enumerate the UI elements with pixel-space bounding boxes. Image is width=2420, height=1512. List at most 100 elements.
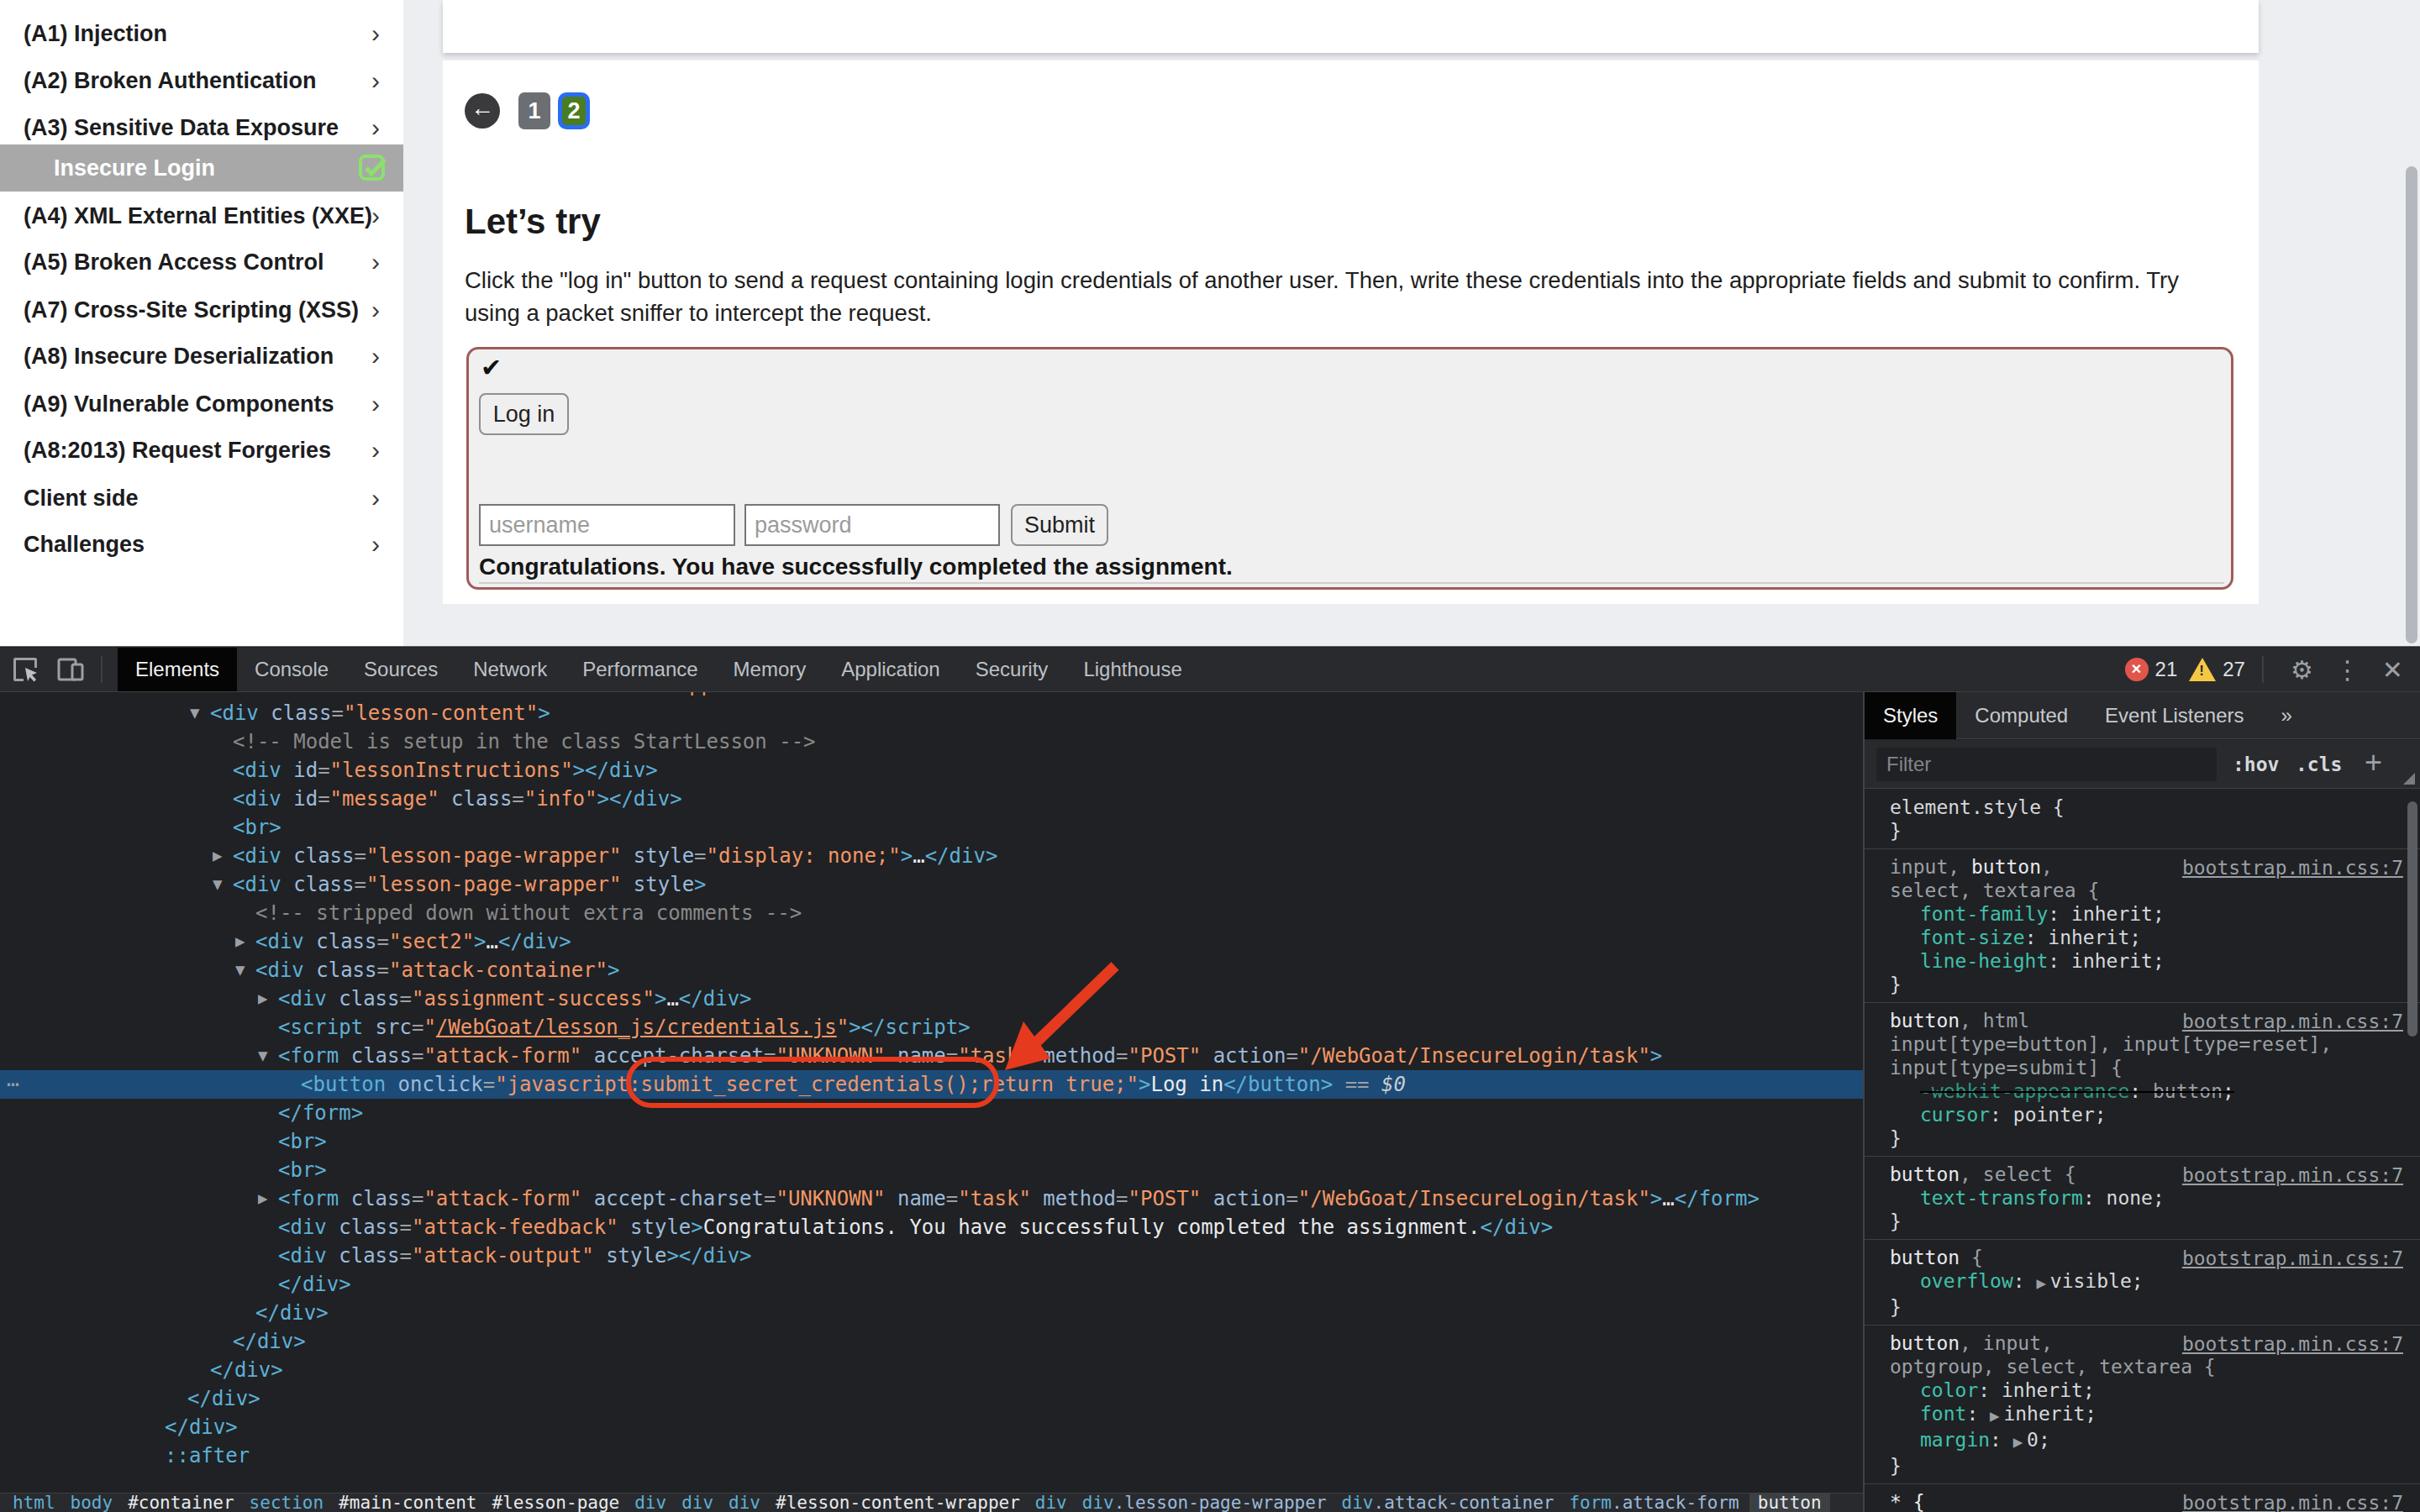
sidebar-item--a8-insecure-deserialization[interactable]: (A8) Insecure Deserialization› [0,333,403,380]
breadcrumb-div[interactable]: div [634,1494,666,1512]
breadcrumb-container[interactable]: #container [128,1494,234,1512]
breadcrumb-div[interactable]: div.attack-container [1342,1494,1555,1512]
settings-gear-icon[interactable]: ⚙ [2291,655,2313,685]
submit-button[interactable]: Submit [1011,504,1108,546]
dom-tree-row[interactable]: ▶<div class="sect2">…</div> [0,927,1863,956]
css-property[interactable]: font-family: inherit; [1865,902,2420,926]
styles-tab-event-listeners[interactable]: Event Listeners [2086,692,2262,739]
dom-tree-row[interactable]: <div class="attack-output" style></div> [0,1242,1863,1270]
sidebar-item--a8-2013-request-forgeries[interactable]: (A8:2013) Request Forgeries› [0,427,403,474]
page-2-button[interactable]: 2 [558,92,590,129]
dom-tree-row[interactable]: ▼<div class="lesson-page-wrapper" style> [0,870,1863,899]
dom-tree-row[interactable]: ▶<form class="attack-form" accept-charse… [0,1184,1863,1213]
sidebar-item--a5-broken-access-control[interactable]: (A5) Broken Access Control› [0,239,403,286]
css-property[interactable]: line-height: inherit; [1865,949,2420,973]
collapse-arrow-icon[interactable]: ▼ [235,956,245,984]
breadcrumb-section[interactable]: section [250,1494,324,1512]
dom-tree-row[interactable]: ▶<div class="assignment-success">…</div> [0,984,1863,1013]
dom-tree-row[interactable]: </form> [0,1099,1863,1127]
breadcrumb-button[interactable]: button [1749,1494,1830,1512]
css-source-link[interactable]: bootstrap.min.css:7 [2182,856,2403,879]
styles-tab-styles[interactable]: Styles [1865,692,1956,739]
breadcrumb-lesson-page[interactable]: #lesson-page [492,1494,619,1512]
sidebar-item-client-side[interactable]: Client side› [0,475,403,522]
styles-tab--[interactable]: » [2263,692,2311,739]
expand-shorthand-icon[interactable]: ▶ [2013,1435,2027,1450]
css-selector[interactable]: input[type=submit] { [1865,1056,2420,1079]
dom-tree-row[interactable]: <br> [0,1156,1863,1184]
username-input[interactable]: username [479,504,735,546]
devtools-tab-lighthouse[interactable]: Lighthouse [1065,648,1199,691]
dom-tree-row[interactable]: </div> [0,1356,1863,1384]
expand-arrow-icon[interactable]: ▶ [258,984,268,1013]
dom-tree-row[interactable]: </div> [0,1270,1863,1299]
collapse-arrow-icon[interactable]: ▼ [258,1042,268,1070]
dom-tree-row[interactable]: ▼<div class="attack-container"> [0,956,1863,984]
breadcrumb-lesson-content-wrapper[interactable]: #lesson-content-wrapper [776,1494,1020,1512]
breadcrumb-div[interactable]: div [729,1494,760,1512]
sidebar-item--a4-xml-external-entities-xxe-[interactable]: (A4) XML External Entities (XXE)› [0,192,403,239]
dom-tree-row[interactable]: <script src="/WebGoat/lesson_js/credenti… [0,1013,1863,1042]
collapse-arrow-icon[interactable]: ▼ [213,870,223,899]
breadcrumb-div[interactable]: div [681,1494,713,1512]
styles-filter-input[interactable]: Filter [1876,748,2217,781]
breadcrumb-html[interactable]: html [13,1494,55,1512]
dom-tree-row[interactable]: ▼<div class="lesson-content"> [0,699,1863,727]
dom-tree-row[interactable]: ▼<form class="attack-form" accept-charse… [0,1042,1863,1070]
sidebar-item-insecure-login[interactable]: Insecure Login [0,144,403,192]
dom-tree-row[interactable]: <div id="lesson-content-wrapper"> [0,692,1863,699]
dom-tree-row[interactable]: <div id="message" class="info"></div> [0,785,1863,813]
devtools-tab-security[interactable]: Security [958,648,1066,691]
dom-tree-row[interactable]: <br> [0,1127,1863,1156]
dom-tree-row[interactable]: </div> [0,1327,1863,1356]
sidebar-item--a1-injection[interactable]: (A1) Injection› [0,10,403,57]
toggle-cls-button[interactable]: .cls [2296,740,2342,789]
css-selector[interactable]: input[type=button], input[type=reset], [1865,1032,2420,1056]
css-source-link[interactable]: bootstrap.min.css:7 [2182,1163,2403,1187]
css-source-link[interactable]: bootstrap.min.css:7 [2182,1491,2403,1512]
toggle-hov-button[interactable]: :hov [2233,740,2279,789]
devtools-tab-application[interactable]: Application [823,648,957,691]
console-errors-icon[interactable]: ✕ [2125,658,2149,681]
dom-tree-row[interactable]: ▶<div class="lesson-page-wrapper" style=… [0,842,1863,870]
dom-tree-row[interactable]: </div> [0,1299,1863,1327]
expand-arrow-icon[interactable]: ▶ [235,927,245,956]
dom-tree-row[interactable]: </div> [0,1384,1863,1413]
expand-shorthand-icon[interactable]: ▶ [1990,1409,2003,1424]
css-property[interactable]: font: ▶ inherit; [1865,1402,2420,1428]
css-property[interactable]: cursor: pointer; [1865,1103,2420,1126]
css-source-link[interactable]: bootstrap.min.css:7 [2182,1010,2403,1033]
dom-tree-row[interactable]: <!-- stripped down without extra comment… [0,899,1863,927]
page-1-button[interactable]: 1 [518,92,550,129]
css-selector[interactable]: optgroup, select, textarea { [1865,1355,2420,1378]
warning-count[interactable]: 27 [2223,658,2245,681]
collapse-arrow-icon[interactable]: ▼ [190,699,200,727]
expand-arrow-icon[interactable]: ▶ [258,1184,268,1213]
expand-shorthand-icon[interactable]: ▶ [2036,1276,2049,1291]
breadcrumb-main-content[interactable]: #main-content [339,1494,476,1512]
breadcrumb-form[interactable]: form.attack-form [1569,1494,1739,1512]
password-input[interactable]: password [744,504,1000,546]
css-property[interactable]: text-transform: none; [1865,1186,2420,1210]
css-selector[interactable]: element.style { [1865,795,2420,819]
page-scrollbar[interactable] [2406,166,2417,643]
devtools-tab-console[interactable]: Console [237,648,346,691]
sidebar-item--a9-vulnerable-components[interactable]: (A9) Vulnerable Components› [0,381,403,428]
page-back-button[interactable]: ← [465,93,500,129]
error-count[interactable]: 21 [2155,658,2178,681]
close-devtools-icon[interactable]: ✕ [2382,655,2403,685]
devtools-tab-memory[interactable]: Memory [716,648,824,691]
breadcrumb-div[interactable]: div [1035,1494,1067,1512]
css-property[interactable]: -webkit-appearance: button; [1865,1079,2420,1103]
new-style-rule-button[interactable]: + [2365,740,2382,785]
more-options-icon[interactable]: ⋮ [2335,655,2360,685]
devtools-tab-network[interactable]: Network [455,648,565,691]
devtools-tab-elements[interactable]: Elements [118,648,237,691]
device-toolbar-icon[interactable] [55,654,86,685]
dom-tree-row[interactable]: </div> [0,1413,1863,1441]
breadcrumb-div[interactable]: div.lesson-page-wrapper [1082,1494,1327,1512]
css-property[interactable]: margin: ▶ 0; [1865,1428,2420,1454]
breadcrumb-body[interactable]: body [71,1494,113,1512]
styles-tab-computed[interactable]: Computed [1956,692,2086,739]
css-selector[interactable]: select, textarea { [1865,879,2420,902]
